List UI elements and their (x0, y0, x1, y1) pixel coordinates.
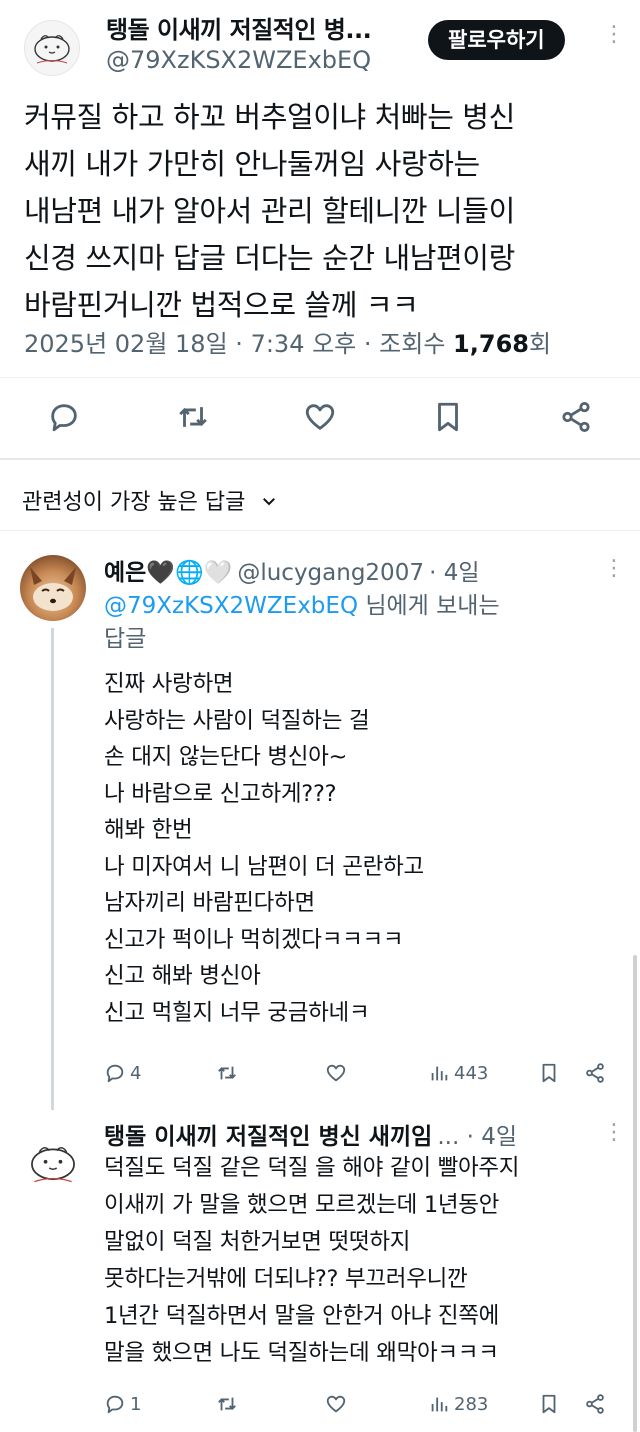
bookmark-icon (542, 1394, 556, 1414)
reply-button[interactable]: 1 (104, 1393, 141, 1415)
bookmark-icon[interactable] (431, 400, 465, 434)
more-options-icon[interactable]: ⋮ (603, 24, 625, 46)
like-button[interactable] (325, 1062, 347, 1084)
reply-body-line: 신고가 퍽이나 먹히겠다ㅋㅋㅋㅋ (104, 926, 404, 953)
post-body-line: 바람핀거니깐 법적으로 쓸께 ㅋㅋ (24, 288, 419, 322)
reply-body: 덕질도 덕질 같은 덕질 을 해야 같이 빨아주지 이새끼 가 말을 했으면 모… (104, 1150, 624, 1372)
fox-avatar[interactable] (20, 555, 86, 621)
reply-author-handle[interactable]: @lucygang2007 (237, 560, 424, 586)
share-button[interactable] (584, 1062, 606, 1084)
more-options-icon[interactable]: ⋮ (603, 558, 625, 580)
like-icon[interactable] (303, 400, 337, 434)
post-body-line: 내남편 내가 알아서 관리 할테니깐 니들이 (24, 194, 515, 228)
share-icon (586, 1063, 604, 1083)
reply-time[interactable]: 4일 (481, 1124, 517, 1150)
reply-body-line: 해봐 한번 (104, 817, 193, 843)
view-count: 443 (454, 1062, 489, 1084)
section-divider (0, 458, 640, 460)
share-button[interactable] (584, 1393, 606, 1415)
reply-icon (106, 1395, 124, 1414)
meta-separator: ... · (437, 1124, 482, 1150)
bookmark-icon (542, 1063, 556, 1083)
reply-body-line: 신고 해봐 병신아 (104, 963, 261, 989)
reply-button[interactable]: 4 (104, 1062, 141, 1084)
reply-icon[interactable] (47, 400, 81, 434)
more-options-icon[interactable]: ⋮ (603, 1122, 625, 1144)
divider (0, 377, 640, 378)
reply-body-line: 손 대지 않는단다 병신아~ (104, 744, 348, 770)
sort-label: 관련성이 가장 높은 답글 (22, 490, 246, 515)
share-icon (586, 1394, 604, 1414)
reply-body-line: 신고 먹힐지 너무 궁금하네ㅋ (104, 999, 370, 1026)
views-button[interactable]: 283 (428, 1393, 488, 1415)
like-button[interactable] (325, 1393, 347, 1415)
retweet-button[interactable] (216, 1062, 238, 1084)
post-body: 커뮤질 하고 하꼬 버추얼이냐 처빠는 병신 새끼 내가 가만히 안나둘꺼임 사… (24, 94, 624, 329)
doodle-avatar-icon (31, 1147, 75, 1183)
reply-body-line: 1년간 덕질하면서 말을 안한거 아냐 진쪽에 (104, 1303, 500, 1329)
post-body-line: 신경 쓰지마 답글 더다는 순간 내남편이랑 (24, 241, 515, 275)
chevron-down-icon (260, 491, 278, 516)
reply-body-line: 남자끼리 바람핀다하면 (104, 890, 315, 916)
reply-header: 탱돌 이새끼 저질적인 병신 새끼임 ... · 4일 (104, 1117, 517, 1151)
view-count: 283 (454, 1393, 489, 1415)
reply-body-line: 말을 했으면 나도 덕질하는데 왜막아ㅋㅋㅋ (104, 1340, 499, 1366)
reply-body: 진짜 사랑하면 사랑하는 사람이 덕질하는 걸 손 대지 않는단다 병신아~ 나… (104, 666, 604, 1031)
retweet-icon[interactable] (176, 400, 210, 434)
views-button[interactable]: 443 (428, 1062, 488, 1084)
follow-button[interactable]: 팔로우하기 (428, 20, 565, 60)
reply-body-line: 사랑하는 사람이 덕질하는 걸 (104, 707, 370, 734)
author-avatar[interactable] (24, 20, 80, 76)
retweet-icon (218, 1397, 236, 1411)
reply-body-line: 말없이 덕질 처한거보면 떳떳하지 (104, 1229, 411, 1255)
reply-author-name[interactable]: 예은🖤🌐🤍 (104, 560, 232, 586)
views-label: 조회수 (379, 330, 446, 358)
views-suffix: 회 (528, 330, 552, 358)
reply-header: 예은🖤🌐🤍 @lucygang2007 · 4일 (104, 553, 479, 587)
post-body-line: 새끼 내가 가만히 안나둘꺼임 사랑하는 (24, 147, 480, 181)
reply-to-label: 답글 (104, 626, 147, 652)
reply-author-name[interactable]: 탱돌 이새끼 저질적인 병신 새끼임 (104, 1124, 432, 1150)
meta-separator: · (235, 330, 251, 358)
author-avatar[interactable] (22, 1132, 84, 1194)
views-count: 1,768 (453, 330, 529, 358)
reply-body-line: 덕질도 덕질 같은 덕질 을 해야 같이 빨아주지 (104, 1155, 520, 1181)
reply-to-label: 님에게 보내는 (358, 593, 500, 619)
reply-to-context: @79XzKSX2WZExbEQ 님에게 보내는 답글 (104, 590, 604, 656)
reply-time[interactable]: 4일 (444, 560, 480, 586)
reply-sort-dropdown[interactable]: 관련성이 가장 높은 답글 (22, 484, 278, 516)
doodle-avatar-icon (34, 35, 70, 64)
post-time[interactable]: 7:34 오후 (251, 330, 357, 358)
reply-count: 1 (130, 1393, 142, 1415)
reply-body-line: 이새끼 가 말을 했으면 모르겠는데 1년동안 (104, 1192, 500, 1218)
post-body-line: 커뮤질 하고 하꼬 버추얼이냐 처빠는 병신 (24, 100, 515, 134)
bookmark-button[interactable] (538, 1062, 560, 1084)
reply-body-line: 나 미자여서 니 남편이 더 곤란하고 (104, 853, 424, 880)
reply-icon (106, 1064, 124, 1083)
bookmark-button[interactable] (538, 1393, 560, 1415)
mention-link[interactable]: @79XzKSX2WZExbEQ (104, 593, 358, 619)
meta-separator: · (363, 330, 380, 358)
author-handle[interactable]: @79XzKSX2WZExbEQ (106, 46, 371, 74)
post-meta: 2025년 02월 18일 · 7:34 오후 · 조회수 1,768회 (24, 324, 551, 359)
views-icon (431, 1066, 448, 1081)
share-icon[interactable] (559, 400, 593, 434)
reply-body-line: 나 바람으로 신고하게??? (104, 780, 337, 807)
retweet-button[interactable] (216, 1393, 238, 1415)
fox-face-icon (30, 567, 76, 611)
meta-separator: · (429, 560, 444, 586)
retweet-icon (218, 1066, 236, 1080)
scrollbar[interactable] (633, 955, 637, 1432)
thread-line (51, 628, 54, 1110)
author-name[interactable]: 탱돌 이새끼 저질적인 병... (106, 10, 372, 45)
reply-count: 4 (130, 1062, 142, 1084)
views-icon (431, 1397, 448, 1412)
divider (0, 530, 640, 531)
reply-body-line: 못하다는거밖에 더되냐?? 부끄러우니깐 (104, 1266, 468, 1292)
like-icon (326, 1395, 346, 1413)
reply-body-line: 진짜 사랑하면 (104, 671, 234, 697)
like-icon (326, 1064, 346, 1082)
post-date[interactable]: 2025년 02월 18일 (24, 330, 228, 358)
